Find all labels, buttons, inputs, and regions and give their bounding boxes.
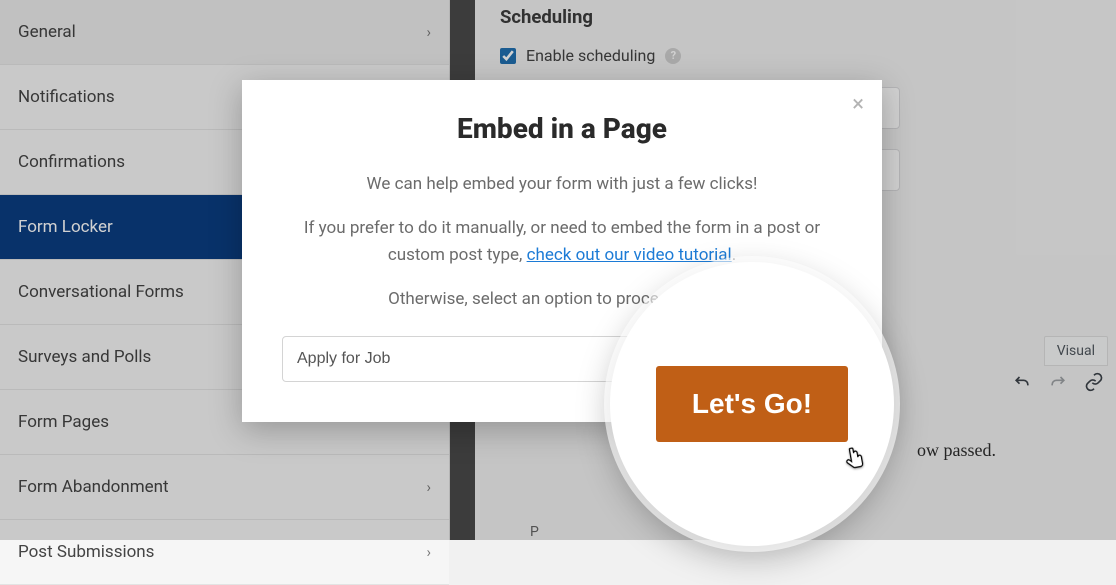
video-tutorial-link[interactable]: check out our video tutorial [527, 245, 732, 265]
chevron-right-icon: › [426, 23, 431, 41]
visual-tab[interactable]: Visual [1044, 336, 1108, 366]
help-icon[interactable]: ? [665, 48, 681, 64]
chevron-right-icon: › [426, 478, 431, 496]
close-icon[interactable]: × [852, 94, 864, 116]
sidebar-item-label: Form Pages [18, 412, 109, 432]
modal-intro: We can help embed your form with just a … [282, 171, 842, 197]
sidebar-item-label: Form Abandonment [18, 477, 169, 497]
sidebar-item-label: Notifications [18, 87, 115, 107]
enable-scheduling-checkbox[interactable] [500, 48, 516, 64]
editor-path-indicator: P [530, 524, 539, 540]
chevron-right-icon: › [426, 543, 431, 561]
redo-icon[interactable] [1048, 372, 1068, 396]
pointer-cursor-icon [839, 443, 872, 480]
link-icon[interactable] [1084, 372, 1104, 396]
sidebar-item-label: General [18, 22, 76, 42]
modal-manual-hint: If you prefer to do it manually, or need… [282, 215, 842, 268]
enable-scheduling-row: Enable scheduling ? [500, 46, 1098, 65]
enable-scheduling-label: Enable scheduling [526, 46, 655, 65]
sidebar-item-form-abandonment[interactable]: Form Abandonment › [0, 455, 449, 520]
editor-body-text: ow passed. [917, 440, 996, 461]
scheduling-heading: Scheduling [500, 6, 1098, 28]
sidebar-item-label: Form Locker [18, 217, 113, 237]
undo-icon[interactable] [1012, 372, 1032, 396]
modal-title: Embed in a Page [282, 112, 842, 145]
sidebar-item-post-submissions[interactable]: Post Submissions › [0, 520, 449, 585]
sidebar-item-label: Confirmations [18, 152, 125, 172]
lets-go-button[interactable]: Let's Go! [656, 366, 848, 442]
editor-toolbar: Visual [1012, 372, 1104, 396]
zoom-highlight: Let's Go! [610, 262, 894, 546]
sidebar-item-label: Post Submissions [18, 542, 154, 562]
sidebar-item-label: Surveys and Polls [18, 347, 151, 367]
sidebar-item-label: Conversational Forms [18, 282, 184, 302]
sidebar-item-general[interactable]: General › [0, 0, 449, 65]
